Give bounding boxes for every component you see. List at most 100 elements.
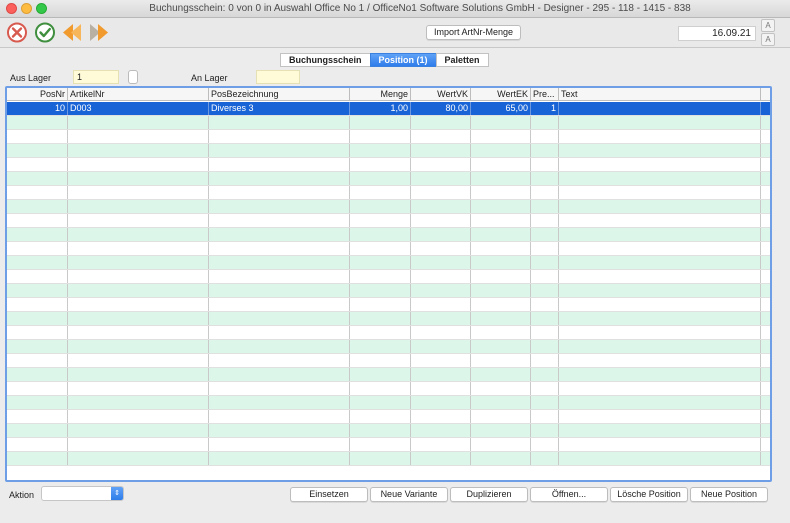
table-row[interactable] <box>7 171 770 186</box>
column-header-filler <box>761 88 770 101</box>
duplizieren-button[interactable]: Duplizieren <box>450 487 528 502</box>
table-cell <box>350 367 411 381</box>
column-header-wertvk[interactable]: WertVK <box>411 88 471 101</box>
table-cell <box>531 171 559 185</box>
table-cell <box>209 311 350 325</box>
app-window: Buchungsschein: 0 von 0 in Auswahl Offic… <box>0 0 790 523</box>
table-cell <box>350 199 411 213</box>
tab-paletten[interactable]: Paletten <box>435 53 489 67</box>
table-cell <box>531 283 559 297</box>
confirm-button[interactable] <box>33 20 57 45</box>
table-cell <box>68 325 209 339</box>
table-cell <box>471 255 531 269</box>
table-row[interactable]: 10 D003 Diverses 3 1,00 80,00 65,00 1 <box>7 102 770 116</box>
table-cell <box>471 129 531 143</box>
table-row[interactable] <box>7 423 770 438</box>
table-cell <box>7 381 68 395</box>
table-row[interactable] <box>7 409 770 424</box>
table-row[interactable] <box>7 241 770 256</box>
column-header-posbezeichnung[interactable]: PosBezeichnung <box>209 88 350 101</box>
date-field[interactable]: 16.09.21 <box>678 26 756 41</box>
column-header-artikelnr[interactable]: ArtikelNr <box>68 88 209 101</box>
table-cell <box>209 339 350 353</box>
table-row[interactable] <box>7 283 770 298</box>
table-cell <box>531 227 559 241</box>
table-cell <box>350 143 411 157</box>
neue-variante-button[interactable]: Neue Variante <box>370 487 448 502</box>
an-lager-input[interactable] <box>256 70 300 84</box>
oeffnen-button[interactable]: Öffnen... <box>530 487 608 502</box>
loesche-position-button[interactable]: Lösche Position <box>610 487 688 502</box>
previous-record-button[interactable] <box>60 20 84 45</box>
neue-position-button[interactable]: Neue Position <box>690 487 768 502</box>
tab-position[interactable]: Position (1) <box>369 53 437 67</box>
tab-buchungsschein[interactable]: Buchungsschein <box>280 53 371 67</box>
table-cell <box>559 157 761 171</box>
table-row[interactable] <box>7 381 770 396</box>
font-increase-button[interactable]: A <box>761 19 775 32</box>
table-cell <box>7 353 68 367</box>
table-row[interactable] <box>7 437 770 452</box>
cancel-button[interactable] <box>5 20 29 45</box>
table-cell <box>68 227 209 241</box>
column-header-text[interactable]: Text <box>559 88 761 101</box>
table-row[interactable] <box>7 353 770 368</box>
table-row[interactable] <box>7 129 770 144</box>
table-row[interactable] <box>7 213 770 228</box>
table-cell <box>559 395 761 409</box>
table-cell <box>7 269 68 283</box>
table-cell <box>471 115 531 129</box>
arrow-right-icon <box>90 24 108 41</box>
window-maximize-button[interactable] <box>36 3 47 14</box>
table-cell <box>411 255 471 269</box>
font-down-label: A <box>765 35 771 44</box>
table-row[interactable] <box>7 227 770 242</box>
table-cell <box>531 115 559 129</box>
table-cell <box>350 115 411 129</box>
table-row[interactable] <box>7 255 770 270</box>
einsetzen-button[interactable]: Einsetzen <box>290 487 368 502</box>
table-row[interactable] <box>7 297 770 312</box>
table-cell <box>350 451 411 465</box>
table-row[interactable] <box>7 325 770 340</box>
column-header-wertek[interactable]: WertEK <box>471 88 531 101</box>
import-artnr-menge-button[interactable]: Import ArtNr-Menge <box>426 25 521 40</box>
title-bar: Buchungsschein: 0 von 0 in Auswahl Offic… <box>0 0 790 18</box>
table-cell <box>68 213 209 227</box>
table-cell <box>68 143 209 157</box>
column-header-preis[interactable]: Pre... <box>531 88 559 101</box>
table-cell <box>350 129 411 143</box>
cancel-icon <box>7 22 27 43</box>
table-row[interactable] <box>7 395 770 410</box>
table-row[interactable] <box>7 199 770 214</box>
window-close-button[interactable] <box>6 3 17 14</box>
table-cell <box>7 367 68 381</box>
font-decrease-button[interactable]: A <box>761 33 775 46</box>
table-cell <box>411 213 471 227</box>
table-row[interactable] <box>7 185 770 200</box>
next-record-button[interactable] <box>87 20 111 45</box>
table-row[interactable] <box>7 115 770 130</box>
aus-lager-input[interactable]: 1 <box>73 70 119 84</box>
column-header-posnr[interactable]: PosNr <box>7 88 68 101</box>
table-row[interactable] <box>7 367 770 382</box>
table-row[interactable] <box>7 339 770 354</box>
table-cell <box>411 157 471 171</box>
aus-lager-lookup-button[interactable] <box>128 70 138 84</box>
table-row[interactable] <box>7 157 770 172</box>
table-cell <box>471 451 531 465</box>
toolbar: Import ArtNr-Menge 16.09.21 A A <box>0 18 790 48</box>
aktion-select[interactable]: ⇕ <box>41 486 124 501</box>
table-row[interactable] <box>7 311 770 326</box>
table-cell <box>471 213 531 227</box>
table-row[interactable] <box>7 269 770 284</box>
table-cell <box>68 409 209 423</box>
table-cell <box>350 311 411 325</box>
table-cell <box>209 171 350 185</box>
table-row[interactable] <box>7 143 770 158</box>
table-row[interactable] <box>7 451 770 466</box>
column-header-menge[interactable]: Menge <box>350 88 411 101</box>
table-cell <box>559 213 761 227</box>
window-minimize-button[interactable] <box>21 3 32 14</box>
table-cell <box>7 213 68 227</box>
